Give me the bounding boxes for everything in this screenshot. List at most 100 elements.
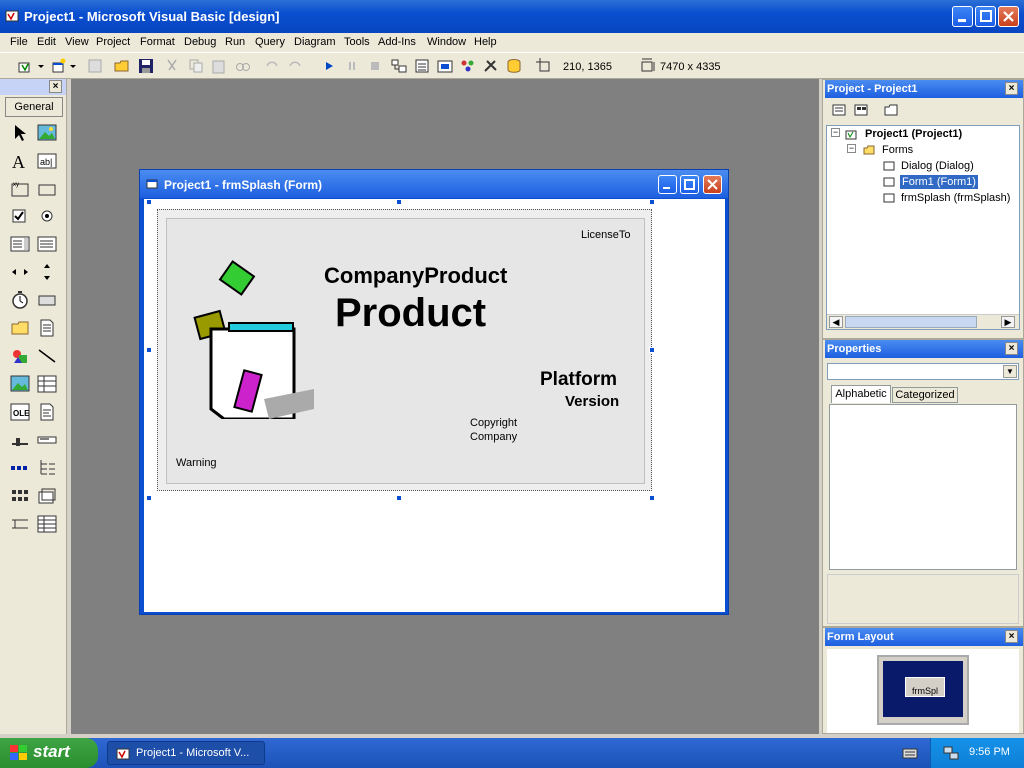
version-label[interactable]: Version [565,393,619,410]
network-icon[interactable] [943,745,959,761]
menu-diagram[interactable]: Diagram [294,36,336,48]
shape-icon[interactable] [10,346,30,366]
progressbar-icon[interactable] [37,430,57,450]
form-position-preview[interactable]: frmSpl [905,677,945,697]
platform-label[interactable]: Platform [540,369,617,391]
tree-item-form1[interactable]: Form1 (Form1) [900,175,978,189]
object-browser-icon[interactable] [459,57,477,75]
properties-window-icon[interactable] [413,57,431,75]
scroll-thumb[interactable] [845,316,977,328]
label-icon[interactable]: A [10,151,30,171]
view-code-icon[interactable] [831,102,847,118]
forms-folder-node[interactable]: Forms [882,144,913,156]
resize-handle-sw[interactable] [146,495,152,501]
menu-project[interactable]: Project [96,36,130,48]
product-label[interactable]: Product [335,291,486,336]
tab-alphabetic[interactable]: Alphabetic [831,385,891,403]
clock[interactable]: 9:56 PM [969,746,1010,758]
project-tree-collapse-toggle[interactable]: − [831,128,840,137]
taskbar-item-vb[interactable]: Project1 - Microsoft V... [107,741,265,765]
close-button[interactable] [998,6,1019,27]
form-minimize-button[interactable] [658,175,677,194]
chevron-down-icon[interactable] [68,57,78,75]
data-icon[interactable] [37,374,57,394]
toolbox-icon[interactable] [482,57,500,75]
start-icon[interactable] [320,57,338,75]
chevron-down-icon[interactable] [36,57,46,75]
save-icon[interactable] [137,57,155,75]
menu-add-ins[interactable]: Add-Ins [378,36,416,48]
tree-item-frmsplash[interactable]: frmSplash (frmSplash) [901,192,1010,204]
license-to-label[interactable]: LicenseTo [581,229,631,241]
warning-label[interactable]: Warning [176,457,217,469]
frame-icon[interactable]: xy [10,179,30,199]
vscrollbar-icon[interactable] [37,262,57,282]
drivelistbox-icon[interactable] [37,290,57,310]
commandbutton-icon[interactable] [37,179,57,199]
statusbar-icon[interactable] [10,458,30,478]
grid-icon[interactable] [37,514,57,534]
add-form-icon[interactable] [50,57,68,75]
keyboard-icon[interactable] [902,746,918,760]
splash-logo-image[interactable] [189,259,319,419]
resize-handle-s[interactable] [396,495,402,501]
menu-edit[interactable]: Edit [37,36,56,48]
treeview-icon[interactable] [37,458,57,478]
menu-run[interactable]: Run [225,36,245,48]
company-product-label[interactable]: CompanyProduct [324,263,507,289]
checkbox-icon[interactable] [10,206,30,226]
menu-file[interactable]: File [10,36,28,48]
timer-icon[interactable] [10,290,30,310]
form-close-button[interactable] [703,175,722,194]
menu-view[interactable]: View [65,36,89,48]
scroll-right-arrow-icon[interactable]: ▶ [1001,316,1015,328]
dirlistbox-icon[interactable] [10,318,30,338]
project-root-node[interactable]: Project1 (Project1) [865,128,962,140]
menu-query[interactable]: Query [255,36,285,48]
listbox-icon[interactable] [37,234,57,254]
form-layout-close-icon[interactable]: × [1005,630,1018,643]
project-explorer-icon[interactable] [390,57,408,75]
hscrollbar-icon[interactable] [10,262,30,282]
richtextbox-icon[interactable] [37,402,57,422]
menu-format[interactable]: Format [140,36,175,48]
line-icon[interactable] [37,346,57,366]
tab-categorized[interactable]: Categorized [892,387,958,403]
resize-handle-n[interactable] [396,199,402,205]
listview-icon[interactable] [10,486,30,506]
form-designer-window[interactable]: Project1 - frmSplash (Form) LicenseTo Co… [139,169,729,615]
chevron-down-icon[interactable]: ▼ [1003,365,1017,378]
forms-collapse-toggle[interactable]: − [847,144,856,153]
toolbox-close-icon[interactable]: × [49,80,62,93]
tabstrip-icon[interactable] [37,486,57,506]
combobox-icon[interactable] [10,234,30,254]
open-folder-icon[interactable] [113,57,131,75]
textbox-icon[interactable]: ab| [37,151,57,171]
pointer-icon[interactable] [10,123,30,143]
toolbar-control-icon[interactable] [10,514,30,534]
filelistbox-icon[interactable] [37,318,57,338]
resize-handle-e[interactable] [649,347,655,353]
resize-handle-se[interactable] [649,495,655,501]
properties-panel-close-icon[interactable]: × [1005,342,1018,355]
company-label[interactable]: Company [470,431,517,443]
form-maximize-button[interactable] [680,175,699,194]
menu-debug[interactable]: Debug [184,36,216,48]
properties-grid[interactable] [829,404,1017,570]
project-tree-hscrollbar[interactable]: ◀ ▶ [827,314,1019,329]
form-client-area[interactable]: LicenseTo CompanyProduct Product Platfor… [144,199,725,612]
tree-item-dialog[interactable]: Dialog (Dialog) [901,160,974,172]
splash-frame[interactable]: LicenseTo CompanyProduct Product Platfor… [157,209,652,491]
project-panel-close-icon[interactable]: × [1005,82,1018,95]
menu-window[interactable]: Window [427,36,466,48]
optionbutton-icon[interactable] [37,206,57,226]
maximize-button[interactable] [975,6,996,27]
view-object-icon[interactable] [853,102,869,118]
image-icon[interactable] [10,374,30,394]
add-project-icon[interactable] [16,57,34,75]
toggle-folders-icon[interactable] [883,102,899,118]
vb-app-icon[interactable] [5,9,19,23]
resize-handle-ne[interactable] [649,199,655,205]
resize-handle-w[interactable] [146,347,152,353]
menu-tools[interactable]: Tools [344,36,370,48]
